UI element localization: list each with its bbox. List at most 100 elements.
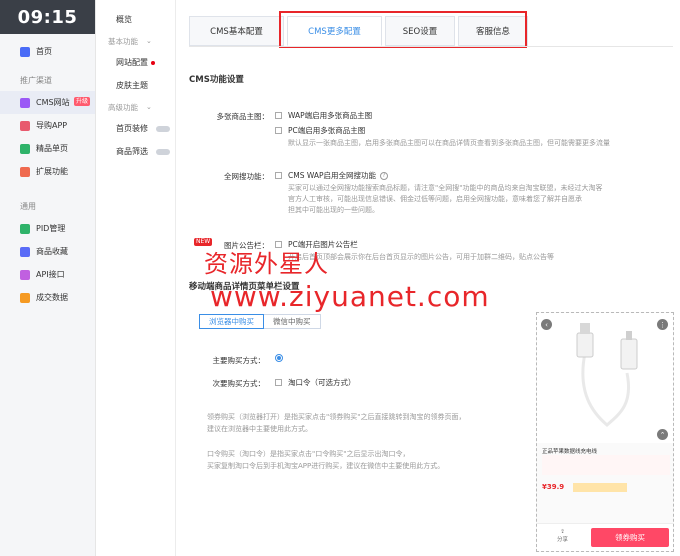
subnav-product-filter[interactable]: 商品筛选 (96, 140, 175, 163)
chevron-down-icon: ⌄ (146, 103, 152, 111)
search-desc-2: 官方人工审核，可能出现信息错误、佣金过低等问题，启用全网搜功能，意味着您了解并自… (288, 195, 582, 203)
option-label: PC端启用多张商品主图 (288, 126, 366, 135)
app-icon (20, 120, 30, 131)
sidebar-item-label: 成交数据 (36, 293, 68, 302)
multi-image-wap-option[interactable]: WAP端启用多张商品主图 (275, 110, 372, 121)
main-buy-radio[interactable] (275, 354, 283, 362)
highlight-box (279, 11, 527, 48)
search-label: 全网搜功能： (224, 172, 269, 181)
buy-button[interactable]: 领券购买 (591, 528, 669, 547)
search-option[interactable]: CMS WAP启用全网搜功能 ? (275, 170, 389, 181)
share-button[interactable]: ⇪ 分享 (557, 529, 568, 543)
sidebar-item-label: 导购APP (36, 121, 68, 130)
api-icon (20, 269, 30, 280)
multi-image-label: 多张商品主图： (216, 112, 270, 121)
option-label: WAP端启用多张商品主图 (288, 111, 373, 120)
puzzle-icon (20, 166, 30, 177)
usb-cable-image (576, 323, 638, 427)
sidebar-item-sales[interactable]: 成交数据 (0, 286, 95, 309)
scroll-icon[interactable]: ⌃ (657, 429, 668, 440)
sidebar-item-home[interactable]: 首页 (0, 40, 95, 63)
cms-icon (20, 97, 30, 108)
tab-divider (189, 46, 673, 47)
sidebar-item-label: CMS网站 (36, 98, 70, 107)
subnav-homepage-category[interactable]: 首页装修 (96, 117, 175, 140)
note-1b: 建议在浏览器中主要使用此方式。 (207, 425, 312, 433)
search-desc-1: 买家可以通过全网搜功能搜索商品标题，请注意"全网搜"功能中的商品均来自淘宝联盟，… (288, 184, 603, 192)
favorite-icon (20, 246, 30, 257)
sidebar-item-label: 精品单页 (36, 144, 68, 153)
purchase-env-tabs: 浏览器中购买 微信中购买 (199, 314, 321, 329)
more-icon[interactable]: ⋮ (657, 319, 668, 330)
subnav-item-label: 网站配置 (116, 58, 148, 67)
page-icon (20, 143, 30, 154)
coupon-badge (573, 483, 627, 492)
sidebar-item-label: PID管理 (36, 224, 66, 233)
sidebar-item-favorites[interactable]: 商品收藏 (0, 240, 95, 263)
share-label: 分享 (557, 537, 569, 543)
back-icon[interactable]: ‹ (541, 319, 552, 330)
sidebar-item-app[interactable]: 导购APP (0, 114, 95, 137)
subnav-group-label: 基本功能 (108, 36, 138, 46)
checkbox[interactable] (275, 112, 282, 119)
radio-selected[interactable] (275, 354, 283, 362)
active-dot-icon (151, 60, 155, 65)
subnav-item-label: 首页装修 (116, 124, 148, 133)
sidebar-item-cms[interactable]: CMS网站 升级 (0, 91, 95, 114)
watermark-title: 资源外星人 (204, 250, 329, 278)
sidebar-item-extensions[interactable]: 扩展功能 (0, 160, 95, 183)
pid-icon (20, 223, 30, 234)
sidebar-section-channels: 推广渠道 (20, 75, 52, 85)
product-tags (542, 455, 670, 475)
sidebar-item-pid[interactable]: PID管理 (0, 217, 95, 240)
ad-bar-desc: 开启后首页顶部会展示你在后台首页显示的图片公告，可用于加群二维码，贴点公告等 (288, 253, 554, 261)
sidebar-item-label: 首页 (36, 47, 52, 56)
checkbox[interactable] (275, 172, 282, 179)
sidebar: 09:15 首页 推广渠道 CMS网站 升级 导购APP 精品单页 扩展功能 通… (0, 0, 96, 556)
product-price: ¥39.9 (542, 483, 565, 491)
checkbox[interactable] (275, 379, 282, 386)
sidebar-section-general: 通用 (20, 201, 36, 211)
chevron-down-icon: ⌄ (146, 37, 152, 45)
tab-wechat-buy[interactable]: 微信中购买 (264, 314, 321, 329)
subnav-group-basic[interactable]: 基本功能 ⌄ (96, 31, 175, 51)
toggle-switch[interactable] (156, 149, 170, 155)
option-label: 淘口令（可选方式） (288, 378, 356, 387)
sales-icon (20, 292, 30, 303)
subnav-item-label: 商品筛选 (116, 147, 148, 156)
phone-preview: ‹ ⋮ ⌃ 正品苹果数据线充电线 ¥39.9 ⇪ 分享 领券购买 (536, 312, 674, 552)
note-2a: 口令购买（淘口令）是指买家点击"口令购买"之后显示出淘口令， (207, 450, 410, 458)
subnav-site-config[interactable]: 网站配置 (96, 51, 175, 74)
subnav-group-advanced[interactable]: 高级功能 ⌄ (96, 97, 175, 117)
section-title-cms: CMS功能设置 (189, 75, 244, 85)
sidebar-item-label: API接口 (36, 270, 65, 279)
search-desc-3: 担其中可能出现的一些问题。 (288, 206, 379, 214)
multi-image-pc-option[interactable]: PC端启用多张商品主图 (275, 125, 365, 136)
option-label: CMS WAP启用全网搜功能 (288, 171, 377, 180)
upgrade-badge: 升级 (74, 97, 91, 106)
sidebar-item-api[interactable]: API接口 (0, 263, 95, 286)
sidebar-item-single-page[interactable]: 精品单页 (0, 137, 95, 160)
help-icon[interactable]: ? (380, 171, 389, 180)
checkbox[interactable] (275, 127, 282, 134)
subnav-group-label: 高级功能 (108, 102, 138, 112)
note-2b: 买家复制淘口令后到手机淘宝APP进行购买，建议在微信中主要使用此方式。 (207, 462, 445, 470)
main-buy-label: 主要购买方式： (212, 356, 266, 365)
subnav-skin[interactable]: 皮肤主题 (96, 74, 175, 97)
tab-cms-basic[interactable]: CMS基本配置 (189, 16, 284, 46)
sidebar-item-label: 商品收藏 (36, 247, 68, 256)
product-title: 正品苹果数据线充电线 (542, 449, 598, 455)
brand-time: 09:15 (0, 0, 95, 34)
secondary-buy-option[interactable]: 淘口令（可选方式） (275, 377, 356, 388)
product-image (537, 313, 673, 443)
secondary-buy-label: 次要购买方式： (212, 379, 266, 388)
watermark-url: www.ziyuanet.com (210, 280, 490, 313)
multi-image-desc: 默认显示一张商品主图，启用多张商品主图可以在商品详情页查看到多张商品主图，但可能… (288, 139, 610, 147)
tab-browser-buy[interactable]: 浏览器中购买 (199, 314, 264, 329)
toggle-switch[interactable] (156, 126, 170, 132)
sidebar-item-label: 扩展功能 (36, 167, 68, 176)
subnav-overview[interactable]: 概览 (96, 8, 175, 31)
subnav: 概览 基本功能 ⌄ 网站配置 皮肤主题 高级功能 ⌄ 首页装修 商品筛选 (96, 0, 176, 556)
home-icon (20, 46, 30, 57)
note-1a: 领券购买（浏览器打开）是指买家点击"领券购买"之后直接跳转到淘宝的领券页面， (207, 413, 466, 421)
